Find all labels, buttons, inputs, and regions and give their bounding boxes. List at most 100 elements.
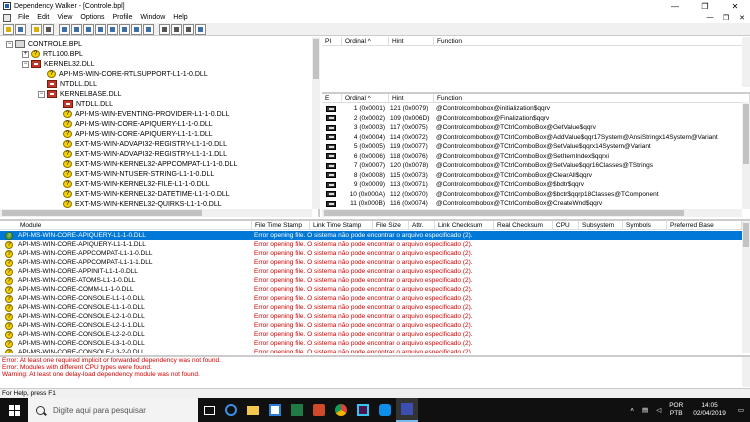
tree-node[interactable]: NTDLL.DLL [54,99,113,109]
notifications-icon[interactable]: ▭ [732,406,750,414]
col-attr[interactable]: Attr. [409,221,435,229]
module-row[interactable]: API-MS-WIN-CORE-COMM-L1-1-0.DLL Error ope… [0,285,742,294]
menu-edit[interactable]: Edit [33,14,53,21]
tile-horizontal-icon[interactable] [171,23,182,35]
export-pane[interactable]: E Ordinal ^ Hint Function 1 (0x0001) 121 … [322,92,750,217]
taskbar-explorer[interactable] [242,398,264,422]
expand-toggle-icon[interactable]: − [38,90,45,98]
tree-node[interactable]: EXT-MS-WIN-KERNEL32-APPCOMPAT-L1-1-0.DLL [54,159,237,169]
taskbar-search-box[interactable]: Digite aqui para pesquisar [28,398,198,422]
module-row[interactable]: API-MS-WIN-CORE-ATOMS-L1-1-0.DLL Error op… [0,276,742,285]
tray-chevron-icon[interactable]: ˄ [626,407,638,414]
undecorate-icon[interactable] [71,23,82,35]
module-row[interactable]: API-MS-WIN-CORE-CONSOLE-L1-1-0.DLL Error … [0,303,742,312]
tree-horizontal-scrollbar[interactable] [0,209,312,217]
minimize-button[interactable]: — [660,0,690,12]
col-function[interactable]: Function [434,94,750,102]
log-pane[interactable]: Error: At least one required implicit or… [0,355,750,387]
export-row[interactable]: 8 (0x0008) 115 (0x0073) @Controlcombobox@T… [322,171,734,181]
menu-file[interactable]: File [14,14,33,21]
menu-profile[interactable]: Profile [109,14,137,21]
col-function[interactable]: Function [434,37,750,45]
tree-node[interactable]: API-MS-WIN-EVENTING-PROVIDER-L1-1-0.DLL [54,109,229,119]
col-ordinal[interactable]: Ordinal ^ [342,94,389,102]
properties-icon[interactable] [131,23,142,35]
tree-node[interactable]: − CONTROLE.BPL [6,39,82,49]
export-row[interactable]: 6 (0x0006) 118 (0x0076) @Controlcombobox@T… [322,152,734,162]
col-real-checksum[interactable]: Real Checksum [494,221,553,229]
col-cpu[interactable]: CPU [553,221,579,229]
export-horizontal-scrollbar[interactable] [322,209,742,217]
ordinal-hex-icon[interactable] [83,23,94,35]
export-row[interactable]: 4 (0x0004) 114 (0x0072) @Controlcombobox@T… [322,133,734,143]
input-language[interactable]: POR PTB [665,402,687,418]
col-file-time-stamp[interactable]: File Time Stamp [252,221,310,229]
taskbar-edge[interactable] [220,398,242,422]
parent-import-pane[interactable]: PI Ordinal ^ Hint Function [322,37,750,89]
network-icon[interactable]: ▤ [638,406,652,414]
expand-toggle-icon[interactable]: − [6,40,13,48]
tree-node[interactable]: EXT-MS-WIN-ADVAPI32-REGISTRY-L1-1-1.DLL [54,149,227,159]
module-row[interactable]: API-MS-WIN-CORE-APIQUERY-L1-1-1.DLL Error… [0,240,742,249]
col-link-time-stamp[interactable]: Link Time Stamp [310,221,373,229]
export-row[interactable]: 5 (0x0005) 119 (0x0077) @Controlcombobox@T… [322,142,734,152]
module-row[interactable]: API-MS-WIN-CORE-CONSOLE-L3-1-0.DLL Error … [0,339,742,348]
col-e[interactable]: E [322,94,342,102]
module-tree[interactable]: − CONTROLE.BPL + RTL100.BPL − KERNEL32.DLL API… [0,37,320,217]
tree-node[interactable]: NTDLL.DLL [38,79,97,89]
col-ordinal[interactable]: Ordinal ^ [342,37,389,45]
menu-window[interactable]: Window [136,14,169,21]
module-row[interactable]: API-MS-WIN-CORE-CONSOLE-L1-1-0.DLL Error … [0,294,742,303]
module-row[interactable]: API-MS-WIN-CORE-APPCOMPAT-L1-1-1.DLL Erro… [0,258,742,267]
tree-vertical-scrollbar[interactable] [312,37,320,209]
save-icon[interactable] [15,23,26,35]
full-paths-icon[interactable] [59,23,70,35]
mdi-minimize-button[interactable]: — [702,12,718,23]
copy-icon[interactable] [43,23,54,35]
context-help-icon[interactable] [195,23,206,35]
col-pi[interactable]: PI [322,37,342,45]
module-list-vertical-scrollbar[interactable] [742,221,750,353]
module-row[interactable]: API-MS-WIN-CORE-CONSOLE-L2-1-0.DLL Error … [0,312,742,321]
app-icon[interactable] [3,2,11,10]
start-button[interactable] [0,398,28,422]
taskbar-dependency-walker[interactable] [396,398,418,422]
tree-node[interactable]: EXT-MS-WIN-ADVAPI32-REGISTRY-L1-1-0.DLL [54,139,227,149]
close-button[interactable]: ✕ [720,0,750,12]
maximize-button[interactable]: ❐ [690,0,720,12]
export-row[interactable]: 10 (0x000A) 112 (0x0070) @Controlcombobox@… [322,190,734,200]
module-list[interactable]: Module File Time Stamp Link Time Stamp F… [0,219,750,353]
taskbar-store[interactable] [264,398,286,422]
mdi-close-button[interactable]: ✕ [734,12,750,23]
tree-node[interactable]: − KERNEL32.DLL [22,59,95,69]
menu-help[interactable]: Help [169,14,191,21]
expand-toggle-icon[interactable]: + [22,50,29,58]
export-row[interactable]: 3 (0x0003) 117 (0x0075) @Controlcombobox@T… [322,123,734,133]
tree-node[interactable]: − KERNELBASE.DLL [38,89,121,99]
tree-node[interactable]: EXT-MS-WIN-KERNEL32-FILE-L1-1-0.DLL [54,179,210,189]
export-vertical-scrollbar[interactable] [742,102,750,209]
import-vertical-scrollbar[interactable] [742,37,750,87]
tree-node[interactable]: EXT-MS-WIN-KERNEL32-QUIRKS-L1-1-0.DLL [54,199,222,209]
export-row[interactable]: 11 (0x000B) 116 (0x0074) @Controlcombobox@… [322,199,734,209]
col-hint[interactable]: Hint [389,94,434,102]
col-symbols[interactable]: Symbols [623,221,667,229]
menu-options[interactable]: Options [76,14,108,21]
log-vertical-scrollbar[interactable] [742,357,750,387]
taskbar-slack[interactable] [352,398,374,422]
tree-node[interactable]: API-MS-WIN-CORE-APIQUERY-L1-1-1.DLL [54,129,213,139]
tree-node[interactable]: EXT-MS-WIN-KERNEL32-DATETIME-L1-1-0.DLL [54,189,230,199]
cascade-icon[interactable] [159,23,170,35]
taskbar-excel[interactable] [286,398,308,422]
menu-view[interactable]: View [53,14,76,21]
profile-icon[interactable] [31,23,42,35]
export-row[interactable]: 1 (0x0001) 121 (0x0079) @Controlcombobox@i… [322,104,734,114]
module-row[interactable]: API-MS-WIN-CORE-APIQUERY-L1-1-0.DLL Error… [0,231,742,240]
taskbar-app[interactable] [308,398,330,422]
mdi-restore-button[interactable]: ❐ [718,12,734,23]
expand-toggle-icon[interactable]: − [22,60,29,68]
find-icon[interactable] [119,23,130,35]
module-row[interactable]: API-MS-WIN-CORE-CONSOLE-L2-1-1.DLL Error … [0,321,742,330]
taskbar-chrome[interactable] [330,398,352,422]
export-row[interactable]: 2 (0x0002) 109 (0x006D) @Controlcombobox@F… [322,114,734,124]
